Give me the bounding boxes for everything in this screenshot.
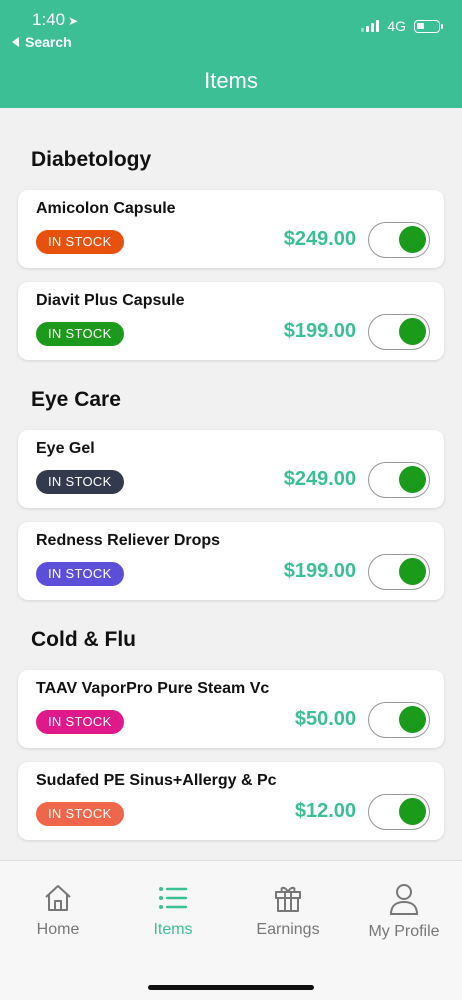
item-name: Sudafed PE Sinus+Allergy & Pc: [36, 772, 276, 789]
item-price: $199.00: [283, 560, 356, 582]
item-price: $12.00: [294, 800, 356, 822]
item-card[interactable]: Sudafed PE Sinus+Allergy & Pc IN STOCK $…: [18, 762, 444, 840]
app-header: 1:40 ➤ Search 4G Items: [0, 0, 462, 108]
toggle-knob: [399, 226, 426, 253]
item-card[interactable]: Diavit Plus Capsule IN STOCK $199.00: [18, 282, 444, 360]
item-price: $249.00: [283, 468, 356, 490]
availability-toggle[interactable]: [368, 702, 430, 738]
tab-my-profile[interactable]: My Profile: [346, 883, 462, 941]
tab-label: Earnings: [256, 921, 320, 938]
section-title-eye-care: Eye Care: [31, 388, 121, 411]
user-icon: [389, 884, 419, 915]
item-card[interactable]: Redness Reliever Drops IN STOCK $199.00: [18, 522, 444, 600]
tab-label: Home: [36, 921, 80, 938]
tab-label: My Profile: [368, 923, 440, 940]
page-title: Items: [204, 68, 258, 93]
item-name: TAAV VaporPro Pure Steam Vc: [36, 680, 270, 697]
location-arrow-icon: ➤: [68, 14, 79, 28]
stock-badge: IN STOCK: [36, 322, 124, 346]
time-text: 1:40: [32, 10, 66, 29]
status-indicators: 4G: [361, 18, 443, 34]
cellular-signal-icon: [361, 20, 380, 32]
back-to-search-button[interactable]: Search: [12, 34, 72, 50]
item-price: $199.00: [283, 320, 356, 342]
stock-badge: IN STOCK: [36, 470, 124, 494]
home-icon: [45, 885, 71, 911]
status-time: 1:40 ➤: [32, 10, 78, 30]
battery-icon: [414, 19, 443, 33]
back-label: Search: [25, 34, 72, 50]
bottom-tab-bar: Home Items Earnings My Profile: [0, 860, 462, 1000]
toggle-knob: [399, 706, 426, 733]
item-price: $249.00: [283, 228, 356, 250]
tab-label: Items: [153, 921, 193, 938]
stock-badge: IN STOCK: [36, 562, 124, 586]
item-name: Diavit Plus Capsule: [36, 292, 185, 309]
toggle-knob: [399, 558, 426, 585]
item-name: Amicolon Capsule: [36, 200, 176, 217]
back-arrow-icon: [12, 37, 19, 47]
toggle-knob: [399, 466, 426, 493]
item-card[interactable]: TAAV VaporPro Pure Steam Vc IN STOCK $50…: [18, 670, 444, 748]
items-list[interactable]: Diabetology Amicolon Capsule IN STOCK $2…: [0, 108, 462, 860]
tab-earnings[interactable]: Earnings: [230, 883, 346, 939]
item-price: $50.00: [294, 708, 356, 730]
tab-items[interactable]: Items: [115, 883, 231, 939]
availability-toggle[interactable]: [368, 794, 430, 830]
network-type: 4G: [387, 18, 406, 34]
section-title-cold-flu: Cold & Flu: [31, 628, 136, 651]
availability-toggle[interactable]: [368, 462, 430, 498]
availability-toggle[interactable]: [368, 222, 430, 258]
stock-badge: IN STOCK: [36, 710, 124, 734]
home-indicator: [148, 985, 314, 990]
gift-icon: [275, 886, 301, 912]
item-card[interactable]: Eye Gel IN STOCK $249.00: [18, 430, 444, 508]
availability-toggle[interactable]: [368, 554, 430, 590]
item-name: Redness Reliever Drops: [36, 532, 221, 549]
item-name: Eye Gel: [36, 440, 95, 457]
stock-badge: IN STOCK: [36, 230, 124, 254]
availability-toggle[interactable]: [368, 314, 430, 350]
list-icon: [159, 887, 188, 909]
stock-badge: IN STOCK: [36, 802, 124, 826]
toggle-knob: [399, 318, 426, 345]
item-card[interactable]: Amicolon Capsule IN STOCK $249.00: [18, 190, 444, 268]
section-title-diabetology: Diabetology: [31, 148, 152, 171]
toggle-knob: [399, 798, 426, 825]
tab-home[interactable]: Home: [0, 883, 116, 939]
